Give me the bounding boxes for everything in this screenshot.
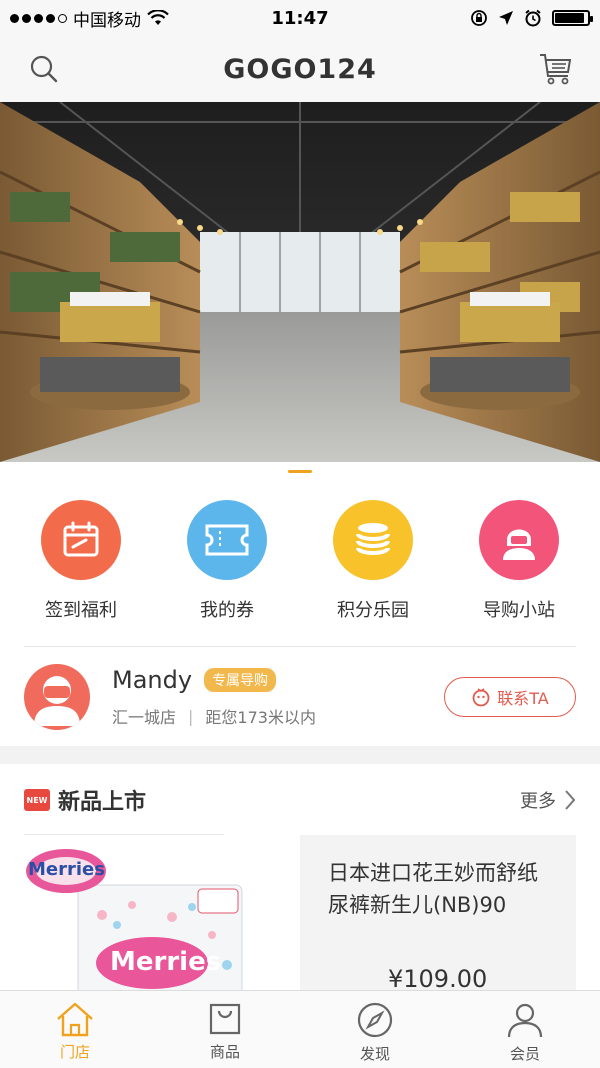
location-icon <box>499 11 513 25</box>
store-banner[interactable] <box>0 102 600 462</box>
brand-logo-large: Merries <box>110 947 222 977</box>
alarm-icon <box>525 9 541 27</box>
contact-label: 联系TA <box>497 689 549 708</box>
chat-face-icon <box>472 688 490 707</box>
product-price: ¥109.00 <box>388 965 488 993</box>
store-name: 汇一城店 <box>112 708 177 727</box>
new-products-header: NEW 新品上市 更多 <box>0 772 600 828</box>
separator: | <box>188 706 194 726</box>
chevron-right-icon <box>565 790 576 810</box>
signal-strength-icon <box>10 13 67 23</box>
guide-badge: 专属导购 <box>204 668 277 692</box>
product-card[interactable]: 日本进口花王妙而舒纸尿裤新生儿(NB)90 ¥109.00 <box>300 835 576 995</box>
guide-icon <box>503 529 535 560</box>
guide-circle[interactable] <box>479 500 559 580</box>
carousel-indicator[interactable] <box>0 470 600 473</box>
tab-discover[interactable]: 发现 <box>300 991 450 1068</box>
quick-action-points[interactable]: 积分乐园 <box>303 500 443 640</box>
section-title: 新品上市 <box>58 790 147 815</box>
coins-icon <box>356 523 390 555</box>
guide-info: Mandy 专属导购 汇一城店 | 距您173米以内 <box>112 666 444 728</box>
section-gap <box>0 746 600 764</box>
carousel-dot-active[interactable] <box>288 470 312 473</box>
contact-button[interactable]: 联系TA <box>444 677 576 717</box>
tab-member-label: 会员 <box>509 1045 540 1063</box>
tab-store-label: 门店 <box>59 1043 90 1061</box>
carrier-label: 中国移动 <box>73 10 141 31</box>
status-left: 中国移动 <box>10 6 230 31</box>
distance: 距您173米以内 <box>205 708 316 727</box>
guide-label: 导购小站 <box>483 600 555 621</box>
guide-name: Mandy <box>112 666 193 694</box>
user-icon <box>507 1003 543 1038</box>
tab-products-label: 商品 <box>209 1043 240 1061</box>
quick-action-guide[interactable]: 导购小站 <box>449 500 589 640</box>
points-label: 积分乐园 <box>337 600 409 621</box>
page-title: GOGO124 <box>223 53 377 85</box>
product-name: 日本进口花王妙而舒纸尿裤新生儿(NB)90 <box>328 861 538 917</box>
checkin-circle[interactable] <box>41 500 121 580</box>
quick-action-coupons[interactable]: 我的券 <box>157 500 297 640</box>
product-image[interactable]: Merries Merries <box>22 845 250 995</box>
compass-icon <box>357 1002 393 1038</box>
status-right <box>370 9 593 27</box>
calendar-icon <box>63 521 99 557</box>
divider <box>24 834 224 835</box>
guide-name-row: Mandy 专属导购 <box>112 666 444 694</box>
more-link[interactable]: 更多 <box>520 787 576 813</box>
clock: 11:47 <box>271 7 329 29</box>
avatar[interactable] <box>24 664 90 730</box>
points-circle[interactable] <box>333 500 413 580</box>
battery-icon <box>552 10 593 26</box>
search-button[interactable] <box>24 49 64 89</box>
coupon-icon <box>205 524 249 556</box>
coupons-label: 我的券 <box>200 600 254 621</box>
divider <box>24 646 576 647</box>
coupons-circle[interactable] <box>187 500 267 580</box>
shopping-guide-card[interactable]: Mandy 专属导购 汇一城店 | 距您173米以内 联系TA <box>0 648 600 746</box>
new-badge-icon: NEW <box>24 789 50 811</box>
rotation-lock-icon <box>471 10 487 26</box>
tab-member[interactable]: 会员 <box>450 991 600 1068</box>
nav-bar: GOGO124 <box>0 36 600 102</box>
quick-action-checkin[interactable]: 签到福利 <box>11 500 151 640</box>
brand-logo: Merries <box>28 859 105 880</box>
new-badge-text: NEW <box>26 795 48 805</box>
wifi-icon <box>147 10 169 25</box>
status-bar: 中国移动 11:47 <box>0 0 600 36</box>
quick-actions: 签到福利 我的券 积分乐园 导购小站 <box>0 500 600 640</box>
search-icon <box>30 55 58 83</box>
tab-discover-label: 发现 <box>359 1045 390 1063</box>
tab-products[interactable]: 商品 <box>150 991 300 1068</box>
store-photo <box>0 102 600 462</box>
more-label: 更多 <box>520 791 556 812</box>
user-avatar-icon <box>34 676 80 726</box>
guide-subtitle: 汇一城店 | 距您173米以内 <box>112 704 444 728</box>
tab-store[interactable]: 门店 <box>0 991 150 1068</box>
cart-icon <box>540 54 572 85</box>
tab-bar: 门店 商品 发现 会员 <box>0 990 600 1068</box>
bag-icon <box>209 1003 241 1035</box>
checkin-label: 签到福利 <box>45 600 117 621</box>
cart-button[interactable] <box>536 49 576 89</box>
home-icon <box>57 1002 93 1037</box>
